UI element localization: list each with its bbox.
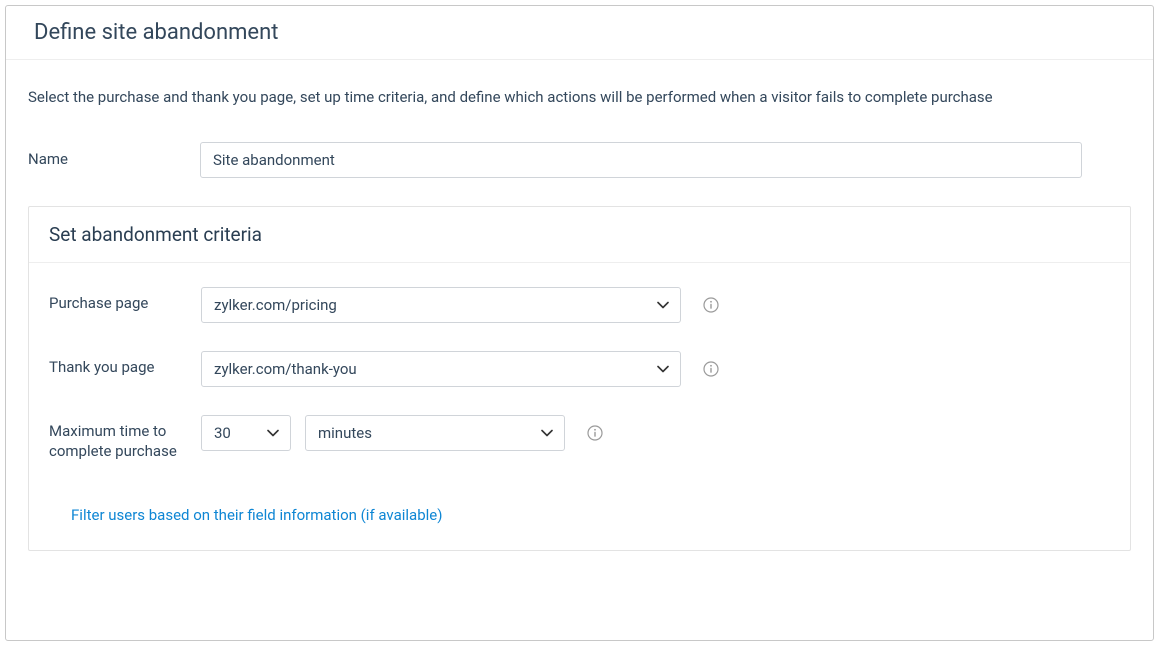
time-controls: [201, 415, 603, 451]
info-icon[interactable]: [703, 361, 719, 377]
purchase-page-select[interactable]: [201, 287, 681, 323]
time-value-select-wrapper: [201, 415, 291, 451]
name-label: Name: [28, 150, 200, 170]
panel-description: Select the purchase and thank you page, …: [28, 88, 1131, 106]
max-time-label: Maximum time to complete purchase: [49, 415, 201, 461]
thank-you-page-select-wrapper: [201, 351, 681, 387]
info-icon[interactable]: [587, 425, 603, 441]
purchase-page-label: Purchase page: [49, 287, 201, 314]
panel-title: Define site abandonment: [34, 20, 1153, 45]
criteria-title: Set abandonment criteria: [49, 223, 1110, 246]
thank-you-page-row: Thank you page: [49, 351, 1110, 387]
info-icon[interactable]: [703, 297, 719, 313]
thank-you-page-label: Thank you page: [49, 351, 201, 378]
name-row: Name: [28, 142, 1131, 178]
panel-header: Define site abandonment: [6, 6, 1153, 60]
purchase-page-row: Purchase page: [49, 287, 1110, 323]
panel-body: Select the purchase and thank you page, …: [6, 60, 1153, 551]
filter-users-link[interactable]: Filter users based on their field inform…: [71, 506, 442, 524]
criteria-header: Set abandonment criteria: [29, 207, 1130, 263]
time-unit-select-wrapper: [305, 415, 565, 451]
max-time-row: Maximum time to complete purchase: [49, 415, 1110, 461]
define-abandonment-panel: Define site abandonment Select the purch…: [5, 5, 1154, 641]
time-value-select[interactable]: [201, 415, 291, 451]
time-unit-select[interactable]: [305, 415, 565, 451]
criteria-section: Set abandonment criteria Purchase page: [28, 206, 1131, 551]
purchase-page-select-wrapper: [201, 287, 681, 323]
thank-you-page-select[interactable]: [201, 351, 681, 387]
filter-link-row: Filter users based on their field inform…: [29, 497, 1130, 550]
criteria-body: Purchase page Thank you page: [29, 263, 1130, 497]
name-input[interactable]: [200, 142, 1082, 178]
